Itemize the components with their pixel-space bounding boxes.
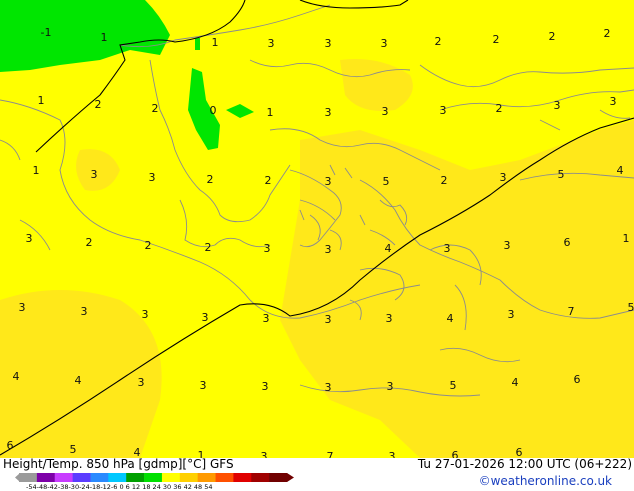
map-value-label: 3 xyxy=(262,380,269,393)
map-value-label: 2 xyxy=(493,33,500,46)
map-value-label: 2 xyxy=(604,27,611,40)
map-value-label: 1 xyxy=(267,106,274,119)
scale-swatch xyxy=(251,473,269,482)
map-value-label: 3 xyxy=(500,171,507,184)
map-value-label: 3 xyxy=(202,311,209,324)
map-value-label: 3 xyxy=(325,313,332,326)
map-value-label: 3 xyxy=(91,168,98,181)
map-value-label: 0 xyxy=(210,104,217,117)
map-value-label: 4 xyxy=(512,376,519,389)
scale-swatch xyxy=(180,473,198,482)
map-value-label: 6 xyxy=(564,236,571,249)
product-title: Height/Temp. 850 hPa [gdmp][°C] GFS xyxy=(3,457,234,471)
temperature-map: -1 1 1 3 3 3 2 2 2 2 1 2 2 0 1 3 3 3 2 3 3 1 3 3 2 2 3 5 2 3 5 4 3 2 2 2 3 3 4… xyxy=(0,0,634,458)
map-value-label: 3 xyxy=(264,242,271,255)
map-value-label: 3 xyxy=(387,380,394,393)
map-value-label: 3 xyxy=(381,37,388,50)
scale-swatch xyxy=(144,473,162,482)
map-value-label: 5 xyxy=(558,168,565,181)
map-value-label: 2 xyxy=(95,98,102,111)
map-value-label: 3 xyxy=(325,175,332,188)
scale-swatch xyxy=(37,473,55,482)
map-value-label: 1 xyxy=(33,164,40,177)
temperature-color-scale xyxy=(15,472,295,483)
map-value-label: 3 xyxy=(504,239,511,252)
map-value-label: 3 xyxy=(149,171,156,184)
map-value-label: 3 xyxy=(263,312,270,325)
map-value-label: 3 xyxy=(444,242,451,255)
map-value-label: 3 xyxy=(508,308,515,321)
map-value-label: 2 xyxy=(265,174,272,187)
map-value-label: 3 xyxy=(261,450,268,458)
map-value-label: 2 xyxy=(152,102,159,115)
map-value-label: 2 xyxy=(496,102,503,115)
scale-swatch xyxy=(73,473,91,482)
scale-swatch xyxy=(55,473,73,482)
map-value-label: 3 xyxy=(554,99,561,112)
map-value-label: 3 xyxy=(325,243,332,256)
map-value-label: 3 xyxy=(610,95,617,108)
map-value-label: 1 xyxy=(623,232,630,245)
map-value-label: 3 xyxy=(325,381,332,394)
map-value-label: 3 xyxy=(386,312,393,325)
map-value-label: 2 xyxy=(441,174,448,187)
map-value-label: 6 xyxy=(7,439,14,452)
map-value-label: 1 xyxy=(101,31,108,44)
map-value-label: 3 xyxy=(268,37,275,50)
scale-arrow-left xyxy=(15,473,20,482)
map-footer: Height/Temp. 850 hPa [gdmp][°C] GFS Tu 2… xyxy=(0,458,634,490)
valid-time: Tu 27-01-2026 12:00 UTC (06+222) xyxy=(418,457,632,471)
map-value-label: 2 xyxy=(435,35,442,48)
map-value-label: 3 xyxy=(26,232,33,245)
map-value-label: 3 xyxy=(440,104,447,117)
map-value-label: 5 xyxy=(628,301,634,314)
map-value-label: 5 xyxy=(450,379,457,392)
credit-link[interactable]: ©weatheronline.co.uk xyxy=(479,474,612,488)
scale-swatch xyxy=(162,473,180,482)
map-value-label: 3 xyxy=(325,106,332,119)
map-value-label: 4 xyxy=(617,164,624,177)
map-value-label: 2 xyxy=(205,241,212,254)
map-value-label: 3 xyxy=(142,308,149,321)
map-value-label: 3 xyxy=(200,379,207,392)
scale-swatch xyxy=(19,473,37,482)
map-value-label: 3 xyxy=(382,105,389,118)
scale-swatch xyxy=(269,473,287,482)
map-value-label: 4 xyxy=(447,312,454,325)
map-value-label: 3 xyxy=(138,376,145,389)
map-value-label: 4 xyxy=(75,374,82,387)
weather-map-figure: -1 1 1 3 3 3 2 2 2 2 1 2 2 0 1 3 3 3 2 3 3 1 3 3 2 2 3 5 2 3 5 4 3 2 2 2 3 3 4… xyxy=(0,0,634,490)
map-value-label: 3 xyxy=(325,37,332,50)
scale-swatch xyxy=(126,473,144,482)
map-value-label: 3 xyxy=(81,305,88,318)
map-value-label: 3 xyxy=(389,450,396,458)
map-value-label: 3 xyxy=(19,301,26,314)
map-value-label: 2 xyxy=(549,30,556,43)
scale-swatch xyxy=(108,473,126,482)
scale-swatch xyxy=(233,473,251,482)
map-value-label: 6 xyxy=(574,373,581,386)
map-value-label: 2 xyxy=(145,239,152,252)
map-value-label: 1 xyxy=(212,36,219,49)
map-value-label: 7 xyxy=(327,450,334,458)
scale-swatch xyxy=(90,473,108,482)
map-value-label: 5 xyxy=(383,175,390,188)
map-value-label: 4 xyxy=(13,370,20,383)
scale-arrow-right xyxy=(287,473,294,482)
scale-swatch xyxy=(198,473,216,482)
map-value-label: 2 xyxy=(207,173,214,186)
map-value-label: 2 xyxy=(86,236,93,249)
map-value-label: 1 xyxy=(38,94,45,107)
scale-swatch xyxy=(216,473,234,482)
map-value-label: -1 xyxy=(41,26,52,39)
map-value-label: 7 xyxy=(568,305,575,318)
map-value-label: 5 xyxy=(70,443,77,456)
map-value-label: 4 xyxy=(385,242,392,255)
